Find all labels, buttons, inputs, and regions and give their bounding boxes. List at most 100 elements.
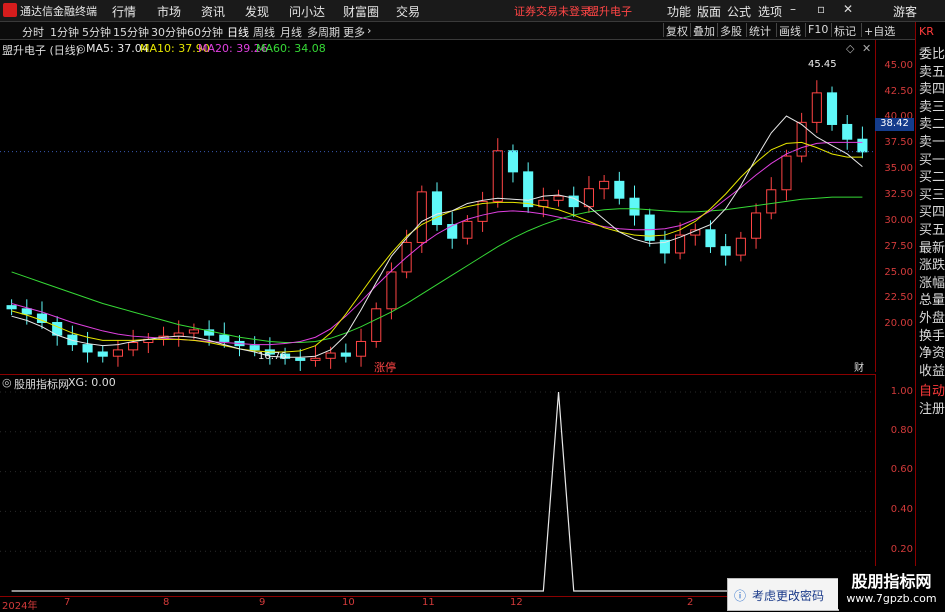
panel-item[interactable]: 最新: [919, 241, 945, 256]
candlestick-chart[interactable]: [0, 56, 875, 372]
app-logo-icon: [3, 3, 17, 17]
period-30min[interactable]: 30分钟: [151, 24, 187, 40]
period-bar: 分时 1分钟 5分钟 15分钟 30分钟 60分钟 日线 周线 月线 多周期 更…: [0, 22, 915, 40]
tool-tongji[interactable]: 统计: [746, 23, 773, 38]
tool-biaoji[interactable]: 标记: [831, 23, 858, 38]
finance-marker[interactable]: 财: [854, 359, 864, 374]
panel-item[interactable]: 净资: [919, 347, 945, 361]
tool-add-favorite[interactable]: +自选: [861, 23, 897, 38]
menu-hangqing[interactable]: 行情: [112, 3, 136, 20]
panel-item[interactable]: 涨幅: [919, 276, 945, 291]
period-more[interactable]: 更多: [343, 24, 365, 40]
price-tick: 27.50: [884, 241, 913, 252]
period-1min[interactable]: 1分钟: [50, 24, 79, 40]
panel-item[interactable]: 卖四: [919, 83, 945, 97]
period-multi[interactable]: 多周期: [307, 24, 340, 40]
panel-item[interactable]: 买一: [919, 153, 945, 168]
menu-xuanxiang[interactable]: 选项: [758, 3, 782, 20]
minimize-icon[interactable]: –: [790, 2, 796, 16]
menu-gongshi[interactable]: 公式: [727, 3, 751, 20]
candle-body: [295, 357, 306, 361]
panel-item[interactable]: 卖三: [919, 100, 945, 115]
date-tick: 9: [259, 597, 266, 608]
panel-kr-label[interactable]: KR: [919, 25, 934, 39]
menu-faxian[interactable]: 发现: [245, 3, 269, 20]
diamond-icon[interactable]: ◇: [846, 42, 854, 55]
candle-body: [355, 340, 367, 357]
indicator-settings-icon[interactable]: ◎: [2, 376, 12, 389]
candle-body: [128, 342, 139, 351]
xg-signal-line: [11, 391, 863, 592]
tool-f10[interactable]: F10: [805, 23, 830, 37]
chevron-right-icon[interactable]: ›: [367, 24, 371, 37]
candle-body: [249, 345, 260, 351]
candle-body: [112, 349, 124, 357]
menu-wenxiaoda[interactable]: 问小达: [289, 3, 325, 20]
panel-item[interactable]: 卖二: [919, 118, 945, 132]
candle-body: [6, 305, 17, 310]
menu-bar: 通达信金融终端 行情 市场 资讯 发现 问小达 财富圈 交易 证券交易未登录 盟…: [0, 0, 945, 22]
tool-diejia[interactable]: 叠加: [690, 23, 717, 38]
close-icon[interactable]: ✕: [843, 2, 853, 16]
period-5min[interactable]: 5分钟: [82, 24, 111, 40]
menu-banmian[interactable]: 版面: [697, 3, 721, 20]
price-tick: 25.00: [884, 267, 913, 278]
panel-item[interactable]: 买五: [919, 224, 945, 238]
indicator-chart[interactable]: [0, 389, 875, 594]
ma-info-bar: 盟升电子 (日线) ◎ MA5: 37.04 MA10: 37.90 MA20:…: [0, 40, 875, 57]
menu-shichang[interactable]: 市场: [157, 3, 181, 20]
period-fenshi[interactable]: 分时: [22, 24, 44, 40]
period-15min[interactable]: 15分钟: [113, 24, 149, 40]
panel-item[interactable]: 委比: [919, 48, 945, 62]
period-monthly[interactable]: 月线: [280, 24, 302, 40]
panel-item[interactable]: 收益: [919, 364, 945, 379]
tool-fuquan[interactable]: 复权: [663, 23, 690, 38]
login-notice[interactable]: 证券交易未登录: [514, 3, 591, 19]
panel-item[interactable]: 卖一: [919, 136, 945, 150]
period-60min[interactable]: 60分钟: [187, 24, 223, 40]
stock-name-title: 盟升电子: [588, 5, 632, 18]
panel-zidong[interactable]: 自动: [919, 385, 945, 399]
menu-caifuquan[interactable]: 财富圈: [343, 3, 379, 20]
indicator-tick: 0.20: [890, 544, 913, 555]
menu-gongneng[interactable]: 功能: [667, 3, 691, 20]
panel-item[interactable]: 外盘: [919, 312, 945, 326]
tool-duogu[interactable]: 多股: [717, 23, 744, 38]
tool-huaxian[interactable]: 画线: [776, 23, 803, 38]
user-label[interactable]: 游客: [893, 3, 917, 20]
price-tick: 45.00: [884, 60, 913, 71]
candle-body: [599, 180, 610, 190]
menu-zixun[interactable]: 资讯: [201, 3, 225, 20]
candle-body: [447, 224, 458, 239]
ma10-line: [11, 141, 863, 353]
watermark: 股朋指标网 www.7gpzb.com: [838, 566, 945, 609]
low-price-label: 16.76: [258, 351, 287, 362]
candle-body: [82, 344, 93, 353]
panel-item[interactable]: 换手: [919, 329, 945, 344]
candle-body: [340, 352, 351, 357]
password-notice-popup[interactable]: ⓘ 考虑更改密码: [727, 578, 839, 611]
panel-item[interactable]: 涨跌: [919, 259, 945, 273]
date-tick: 2024年: [2, 601, 38, 612]
zhangting-marker[interactable]: 涨停: [374, 359, 396, 375]
panel-item[interactable]: 总量: [919, 294, 945, 308]
period-weekly[interactable]: 周线: [253, 24, 275, 40]
panel-item[interactable]: 买二: [919, 171, 945, 185]
date-tick: 11: [422, 597, 435, 608]
date-tick: 12: [510, 597, 523, 608]
panel-close-icon[interactable]: ✕: [862, 42, 871, 55]
indicator-value: XG: 0.00: [68, 376, 116, 389]
period-daily[interactable]: 日线: [227, 24, 249, 40]
popup-text[interactable]: 考虑更改密码: [752, 587, 824, 604]
restore-icon[interactable]: ▫: [817, 2, 825, 16]
watermark-url: www.7gpzb.com: [846, 592, 937, 605]
settings-icon[interactable]: ◎: [76, 42, 86, 55]
price-tick: 37.50: [884, 137, 913, 148]
menu-jiaoyi[interactable]: 交易: [396, 3, 420, 20]
app-title: 通达信金融终端: [20, 5, 97, 18]
panel-zhuce[interactable]: 注册: [919, 403, 945, 417]
panel-item[interactable]: 卖五: [919, 65, 945, 80]
candle-body: [97, 351, 108, 357]
panel-item[interactable]: 买四: [919, 206, 945, 220]
panel-item[interactable]: 买三: [919, 188, 945, 203]
